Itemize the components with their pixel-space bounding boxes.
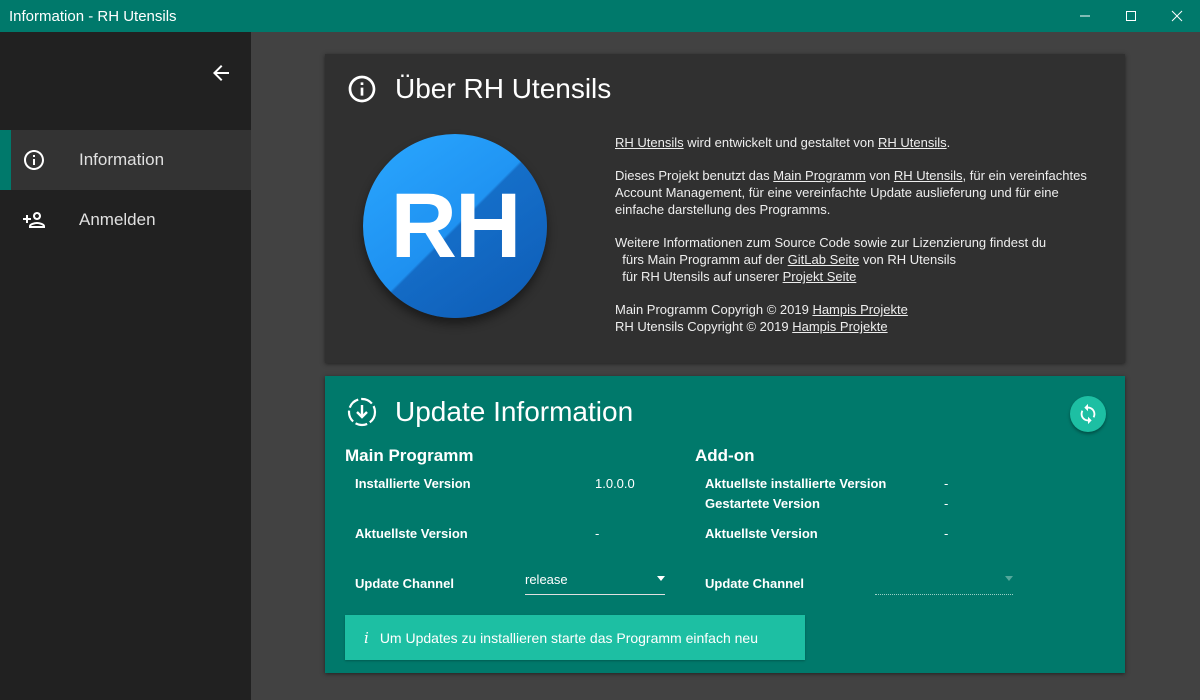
dropdown-arrow-icon bbox=[657, 576, 665, 581]
projekt-seite-link[interactable]: Projekt Seite bbox=[783, 269, 857, 284]
addon-latest-version-value: - bbox=[944, 526, 949, 541]
download-circle-icon bbox=[347, 397, 377, 427]
close-icon bbox=[1171, 10, 1183, 22]
maximize-button[interactable] bbox=[1108, 0, 1154, 32]
close-button[interactable] bbox=[1154, 0, 1200, 32]
window-titlebar: Information - RH Utensils bbox=[0, 0, 1200, 32]
update-channel-value: release bbox=[525, 572, 568, 587]
back-button[interactable] bbox=[207, 59, 235, 87]
addon-heading: Add-on bbox=[695, 446, 755, 465]
update-card: Update Information Main Programm Install… bbox=[325, 376, 1125, 673]
about-title: Über RH Utensils bbox=[395, 73, 612, 104]
addon-started-version-value: - bbox=[944, 496, 949, 511]
about-text: RH Utensils wird entwickelt und gestalte… bbox=[615, 134, 1105, 351]
addon-update-channel-select[interactable] bbox=[875, 574, 1013, 595]
update-channel-select[interactable]: release bbox=[525, 568, 665, 595]
info-icon bbox=[24, 150, 44, 170]
addon-update-channel-label: Update Channel bbox=[705, 576, 804, 591]
sidebar-item-label: Information bbox=[79, 150, 165, 169]
about-paragraph-2: Dieses Projekt benutzt das Main Programm… bbox=[615, 168, 1087, 217]
refresh-button[interactable] bbox=[1070, 396, 1106, 432]
hampis-projekte-link[interactable]: Hampis Projekte bbox=[792, 319, 887, 334]
dropdown-arrow-icon bbox=[1005, 576, 1013, 581]
refresh-icon bbox=[1080, 403, 1096, 425]
installed-version-value: 1.0.0.0 bbox=[595, 476, 635, 491]
sidebar-item-label: Anmelden bbox=[79, 210, 156, 229]
latest-version-value: - bbox=[595, 526, 600, 541]
addon-installed-version-value: - bbox=[944, 476, 949, 491]
addon-installed-version-label: Aktuellste installierte Version bbox=[705, 476, 887, 491]
about-paragraph-4: Main Programm Copyrigh © 2019 Hampis Pro… bbox=[615, 302, 908, 334]
arrow-back-icon bbox=[213, 65, 229, 81]
sidebar-item-information[interactable]: Information bbox=[0, 130, 251, 190]
update-title: Update Information bbox=[395, 396, 634, 427]
hampis-projekte-link[interactable]: Hampis Projekte bbox=[812, 302, 907, 317]
update-info-text: Um Updates zu installieren starte das Pr… bbox=[379, 629, 758, 646]
sidebar-item-anmelden[interactable]: Anmelden bbox=[0, 190, 251, 250]
sidebar: Information Anmelden bbox=[0, 32, 251, 700]
person-add-icon bbox=[23, 212, 45, 228]
rh-utensils-link[interactable]: RH Utensils bbox=[615, 135, 684, 150]
latest-version-label: Aktuellste Version bbox=[355, 526, 468, 541]
logo-text: RH bbox=[390, 174, 522, 277]
update-info-banner: i Um Updates zu installieren starte das … bbox=[345, 615, 805, 660]
window-controls bbox=[1062, 0, 1200, 32]
gitlab-link[interactable]: GitLab Seite bbox=[788, 252, 860, 267]
about-paragraph-1: RH Utensils wird entwickelt und gestalte… bbox=[615, 135, 951, 150]
minimize-icon bbox=[1080, 15, 1090, 17]
minimize-button[interactable] bbox=[1062, 0, 1108, 32]
main-programm-heading: Main Programm bbox=[345, 446, 474, 465]
main-programm-link[interactable]: Main Programm bbox=[773, 168, 865, 183]
about-card: Über RH Utensils RH RH Utensils wird ent… bbox=[325, 54, 1125, 363]
info-icon bbox=[348, 75, 376, 103]
rh-logo: RH bbox=[363, 134, 547, 318]
addon-latest-version-label: Aktuellste Version bbox=[705, 526, 818, 541]
rh-utensils-link[interactable]: RH Utensils bbox=[894, 168, 963, 183]
update-channel-label: Update Channel bbox=[355, 576, 454, 591]
info-italic-icon: i bbox=[364, 628, 369, 647]
active-indicator bbox=[0, 130, 11, 190]
maximize-icon bbox=[1126, 11, 1136, 21]
rh-utensils-link[interactable]: RH Utensils bbox=[878, 135, 947, 150]
window-title: Information - RH Utensils bbox=[9, 7, 177, 25]
installed-version-label: Installierte Version bbox=[355, 476, 471, 491]
about-paragraph-3: Weitere Informationen zum Source Code so… bbox=[615, 235, 1047, 284]
addon-started-version-label: Gestartete Version bbox=[705, 496, 820, 511]
